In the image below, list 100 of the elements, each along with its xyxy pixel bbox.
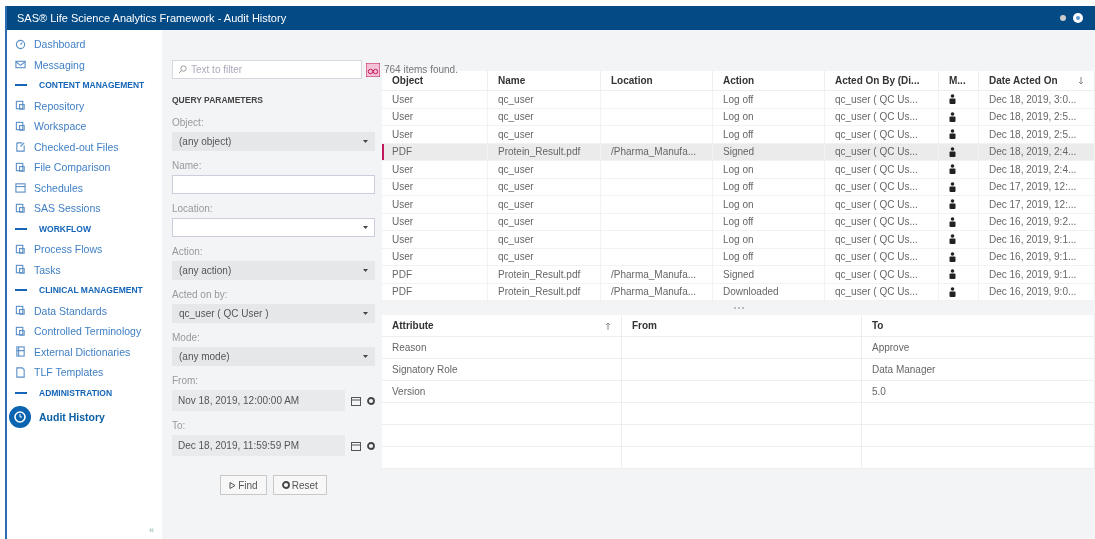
table-cell: qc_user (488, 161, 601, 179)
document-icon (15, 264, 26, 276)
column-header[interactable]: From (622, 315, 862, 337)
person-icon (949, 146, 956, 157)
column-header[interactable]: Attribute (382, 315, 622, 337)
person-icon (949, 286, 956, 297)
dropdown-field[interactable]: qc_user ( QC User ) (172, 304, 375, 323)
document-icon (15, 202, 26, 214)
gauge-icon (15, 38, 26, 50)
table-cell: Signed (713, 266, 825, 284)
table-cell: 5.0 (862, 381, 1095, 403)
nav-item[interactable]: Dashboard (7, 34, 162, 55)
column-header[interactable]: To (862, 315, 1095, 337)
field-label: To: (172, 420, 187, 431)
reset-button[interactable]: Reset (272, 475, 327, 495)
find-button[interactable]: Find (220, 475, 267, 495)
person-icon (949, 199, 956, 210)
calendar-icon[interactable] (351, 395, 361, 406)
table-cell: Log on (713, 161, 825, 179)
person-icon (949, 129, 956, 140)
person-icon (949, 251, 956, 262)
dropdown-field[interactable]: (any object) (172, 132, 375, 151)
table-cell: qc_user ( QC Us... (825, 196, 939, 214)
field-label: Action: (172, 246, 204, 257)
binoculars-icon[interactable] (366, 62, 380, 77)
person-icon (949, 269, 956, 280)
table-cell: User (382, 231, 488, 249)
calendar-icon[interactable] (351, 440, 361, 451)
table-cell: Signatory Role (382, 359, 622, 381)
table-cell: Data Manager (862, 359, 1095, 381)
field-label: Location: (172, 203, 214, 214)
nav-item[interactable]: External Dictionaries (7, 341, 162, 362)
document-icon (15, 305, 26, 317)
field-label: Object: (172, 117, 205, 128)
table-cell: Log on (713, 196, 825, 214)
dropdown-field[interactable]: (any mode) (172, 347, 375, 366)
sort-up-icon (605, 321, 611, 330)
nav-item[interactable]: Workspace (7, 116, 162, 137)
nav-item[interactable]: Process Flows (7, 239, 162, 260)
dropdown-field[interactable] (172, 218, 375, 237)
table-cell: User (382, 196, 488, 214)
checked-file-icon (15, 141, 26, 153)
table-cell: qc_user ( QC Us... (825, 266, 939, 284)
document-icon (15, 325, 26, 337)
nav-item[interactable]: TLF Templates (7, 362, 162, 383)
table-cell: User (382, 91, 488, 109)
calendar-icon (15, 182, 26, 194)
nav-item[interactable]: Schedules (7, 177, 162, 198)
table-cell: User (382, 126, 488, 144)
table-cell: User (382, 161, 488, 179)
nav-item[interactable]: Messaging (7, 54, 162, 75)
window-title: SAS® Life Science Analytics Framework - Audit History (17, 12, 287, 24)
section-heading: CONTENT MANAGEMENT (39, 80, 145, 91)
nav-item[interactable]: Controlled Terminology (7, 321, 162, 342)
dropdown-icon[interactable] (363, 311, 368, 316)
table-cell: Log off (713, 126, 825, 144)
section-heading: WORKFLOW (39, 223, 91, 234)
field-label: Acted on by: (172, 289, 229, 300)
table-cell: /Pharma_Manufa... (601, 266, 713, 284)
play-icon (229, 481, 237, 489)
person-icon (949, 234, 956, 245)
table-cell: qc_user (488, 196, 601, 214)
splitter-handle[interactable] (733, 307, 744, 309)
person-icon (949, 94, 956, 105)
table-cell: qc_user ( QC Us... (825, 91, 939, 109)
nav-item[interactable]: File Comparison (7, 157, 162, 178)
mail-icon (15, 59, 26, 71)
input-field[interactable] (172, 175, 375, 194)
date-field[interactable]: Dec 18, 2019, 11:59:59 PM (172, 435, 345, 456)
section-heading: CLINICAL MANAGEMENT (39, 285, 143, 296)
table-cell: Dec 16, 2019, 9:1... (979, 231, 1095, 249)
person-icon (949, 216, 956, 227)
field-label: Mode: (172, 332, 201, 343)
table-cell: qc_user ( QC Us... (825, 161, 939, 179)
person-icon (949, 164, 956, 175)
field-label: From: (172, 375, 200, 386)
dropdown-field[interactable]: (any action) (172, 261, 375, 280)
nav-item[interactable]: SAS Sessions (7, 198, 162, 219)
nav-item[interactable]: Repository (7, 95, 162, 116)
dropdown-icon[interactable] (363, 225, 368, 230)
nav-item[interactable]: Tasks (7, 259, 162, 280)
dropdown-icon[interactable] (363, 139, 368, 144)
nav-item[interactable]: Checked-out Files (7, 136, 162, 157)
table-cell: qc_user (488, 126, 601, 144)
document-icon (15, 243, 26, 255)
date-field[interactable]: Nov 18, 2019, 12:00:00 AM (172, 390, 345, 411)
document-icon (15, 366, 26, 378)
table-cell: Dec 18, 2019, 2:5... (979, 126, 1095, 144)
table-cell: Log off (713, 91, 825, 109)
dropdown-icon[interactable] (363, 354, 368, 359)
table-cell: qc_user ( QC Us... (825, 126, 939, 144)
table-cell: qc_user (488, 91, 601, 109)
nav-item[interactable]: Audit History (7, 403, 162, 431)
table-cell: Version (382, 381, 622, 403)
person-icon (949, 181, 956, 192)
field-label: Name: (172, 160, 203, 171)
nav-item[interactable]: Data Standards (7, 300, 162, 321)
dropdown-icon[interactable] (363, 268, 368, 273)
table-cell: Dec 18, 2019, 3:0... (979, 91, 1095, 109)
document-icon (15, 120, 26, 132)
